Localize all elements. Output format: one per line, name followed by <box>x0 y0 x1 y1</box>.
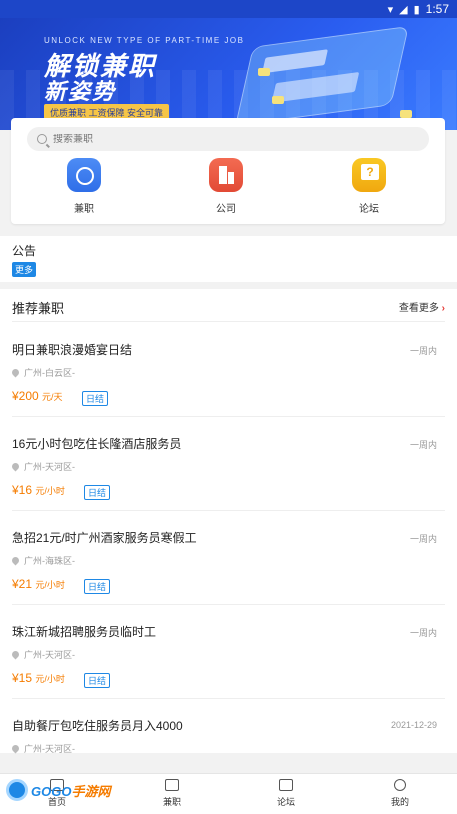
pay-amount: ¥15 <box>12 671 33 685</box>
banner-title-line2: 新姿势 <box>44 79 117 104</box>
promo-banner[interactable]: UNLOCK NEW TYPE OF PART-TIME JOB 解锁兼职 新姿… <box>0 18 457 130</box>
user-icon <box>394 779 406 791</box>
tab-profile[interactable]: 我的 <box>370 779 430 808</box>
category-label: 论坛 <box>359 204 379 215</box>
job-title: 16元小时包吃住长隆酒店服务员 <box>12 437 182 451</box>
watermark-text: GOGO手游网 <box>31 781 110 800</box>
status-bar: ▾ ◢ ▮ 1:57 <box>0 0 457 18</box>
job-location: 广州-白云区- <box>10 366 75 379</box>
category-label: 兼职 <box>74 204 94 215</box>
job-time: 一周内 <box>409 628 437 638</box>
pay-unit: 元/小时 <box>35 580 65 590</box>
recommended-title: 推荐兼职 <box>12 301 65 316</box>
tab-label: 兼职 <box>162 797 181 807</box>
job-time: 一周内 <box>409 440 437 450</box>
pay-unit: 元/小时 <box>35 486 65 496</box>
category-company[interactable]: 公司 <box>186 158 266 215</box>
watermark-text-b: 手游网 <box>71 783 111 799</box>
settlement-badge: 日结 <box>84 579 111 594</box>
location-pin-icon <box>10 461 21 472</box>
job-pay: ¥15 元/小时 <box>12 671 65 685</box>
location-pin-icon <box>10 743 21 754</box>
watermark-logo: GOGO手游网 <box>6 779 110 801</box>
job-list-item[interactable]: 急招21元/时广州酒家服务员寒假工 一周内 广州-海珠区- ¥21 元/小时 日… <box>10 511 445 605</box>
job-title: 珠江新城招聘服务员临时工 <box>12 625 157 639</box>
watermark-text-a: GOGO <box>31 783 72 799</box>
coin-decoration <box>258 68 270 76</box>
battery-icon: ▮ <box>413 3 420 16</box>
job-title: 自助餐厅包吃住服务员月入4000 <box>12 719 183 733</box>
tab-label: 论坛 <box>276 797 295 807</box>
category-label: 公司 <box>216 204 236 215</box>
notice-more-button[interactable]: 更多 <box>12 262 37 277</box>
settlement-badge: 日结 <box>84 485 111 500</box>
quick-access-card: 兼职 公司 论坛 <box>11 118 445 224</box>
job-list-item[interactable]: 明日兼职浪漫婚宴日结 一周内 广州-白云区- ¥200 元/天 日结 <box>10 323 445 417</box>
job-list-item[interactable]: 珠江新城招聘服务员临时工 一周内 广州-天河区- ¥15 元/小时 日结 <box>10 605 445 699</box>
wifi-icon: ▾ <box>387 3 394 16</box>
building-icon <box>209 158 243 192</box>
pay-amount: ¥21 <box>12 577 33 591</box>
job-pay: ¥16 元/小时 <box>12 483 65 497</box>
location-text: 广州-天河区- <box>24 462 75 472</box>
pay-unit: 元/小时 <box>35 674 65 684</box>
search-bar[interactable] <box>27 127 429 151</box>
status-time: 1:57 <box>425 2 449 16</box>
tab-jobs[interactable]: 兼职 <box>142 779 202 808</box>
signal-icon: ◢ <box>399 3 408 16</box>
job-time: 2021-12-29 <box>390 720 437 730</box>
coin-decoration <box>400 110 412 118</box>
settlement-badge: 日结 <box>82 391 109 406</box>
job-time: 一周内 <box>409 534 437 544</box>
location-pin-icon <box>10 555 21 566</box>
pay-amount: ¥200 <box>12 389 39 403</box>
job-time: 一周内 <box>409 346 437 356</box>
pay-unit: 元/天 <box>42 392 63 402</box>
notice-title: 公告 <box>12 244 37 258</box>
banner-subtitle: UNLOCK NEW TYPE OF PART-TIME JOB <box>44 36 245 45</box>
search-icon <box>37 134 47 144</box>
location-text: 广州-天河区- <box>24 650 75 660</box>
tab-label: 我的 <box>390 797 409 807</box>
job-location: 广州-天河区- <box>10 742 75 755</box>
location-pin-icon <box>10 649 21 660</box>
clock-badge-icon <box>67 158 101 192</box>
job-pay: ¥200 元/天 <box>12 389 63 403</box>
notice-section: 公告 更多 <box>0 236 457 282</box>
view-more-link[interactable]: 查看更多 › <box>399 299 445 314</box>
location-text: 广州-海珠区- <box>24 556 75 566</box>
question-bubble-icon <box>352 158 386 192</box>
category-job[interactable]: 兼职 <box>44 158 124 215</box>
briefcase-icon <box>165 779 179 791</box>
job-location: 广州-海珠区- <box>10 554 75 567</box>
location-text: 广州-天河区- <box>24 744 75 754</box>
search-input[interactable] <box>53 133 353 145</box>
settlement-badge: 日结 <box>84 673 111 688</box>
chat-icon <box>279 779 293 791</box>
category-forum[interactable]: 论坛 <box>329 158 409 215</box>
job-location: 广州-天河区- <box>10 460 75 473</box>
tab-forum[interactable]: 论坛 <box>256 779 316 808</box>
coin-decoration <box>272 96 284 104</box>
job-pay: ¥21 元/小时 <box>12 577 65 591</box>
job-location: 广州-天河区- <box>10 648 75 661</box>
job-title: 明日兼职浪漫婚宴日结 <box>12 343 133 357</box>
recommended-jobs-section: 推荐兼职 查看更多 › 明日兼职浪漫婚宴日结 一周内 广州-白云区- ¥200 … <box>0 289 457 755</box>
chevron-right-icon: › <box>441 303 445 314</box>
job-list-item[interactable]: 16元小时包吃住长隆酒店服务员 一周内 广州-天河区- ¥16 元/小时 日结 <box>10 417 445 511</box>
location-text: 广州-白云区- <box>24 368 75 378</box>
pay-amount: ¥16 <box>12 483 33 497</box>
location-pin-icon <box>10 367 21 378</box>
job-title: 急招21元/时广州酒家服务员寒假工 <box>12 531 197 545</box>
watermark-circle <box>6 779 28 801</box>
recommended-header: 推荐兼职 查看更多 › <box>12 289 445 322</box>
view-more-label: 查看更多 <box>398 303 439 314</box>
job-list-item[interactable]: 自助餐厅包吃住服务员月入4000 2021-12-29 广州-天河区- <box>10 699 445 755</box>
